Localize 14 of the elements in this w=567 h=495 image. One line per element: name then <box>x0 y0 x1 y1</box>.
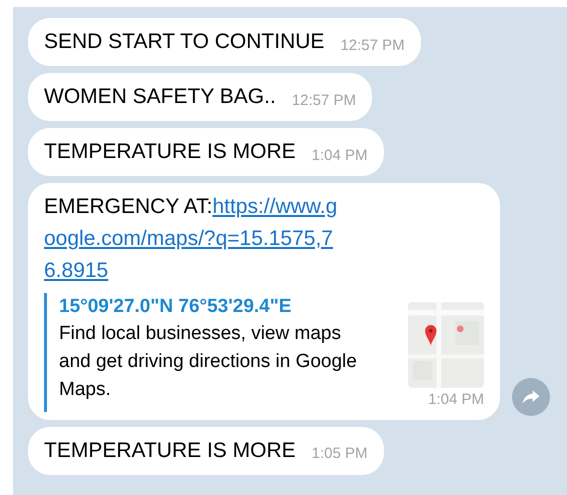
message-time: 1:04 PM <box>312 146 368 166</box>
link-preview[interactable]: 15°09'27.0"N 76°53'29.4"E Find local businesses, view maps and get driving directions in Google Maps. <box>44 293 396 412</box>
message-text: SEND START TO CONTINUE <box>44 29 324 55</box>
message-text: WOMEN SAFETY BAG.. <box>44 84 276 110</box>
message-text: EMERGENCY AT:https://www.google.com/maps/?q=15.1575,76.8915 <box>44 194 338 284</box>
forward-button[interactable] <box>512 378 550 416</box>
message-time: 12:57 PM <box>340 36 405 56</box>
preview-title: 15°09'27.0"N 76°53'29.4"E <box>59 295 292 319</box>
preview-description: Find local businesses, view maps and get driving directions in Google Maps. <box>59 322 358 402</box>
message-text: TEMPERATURE IS MORE <box>44 438 296 464</box>
message-time: 12:57 PM <box>292 90 356 110</box>
message-time: 1:04 PM <box>428 390 484 410</box>
message-text: TEMPERATURE IS MORE <box>44 139 296 165</box>
message-time: 1:05 PM <box>312 444 368 464</box>
